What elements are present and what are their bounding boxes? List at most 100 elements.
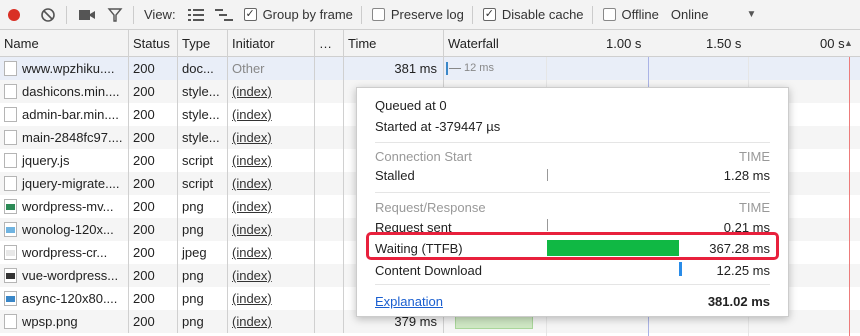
initiator-link[interactable]: (index) [232,268,272,283]
initiator-cell[interactable]: (index) [228,126,315,149]
initiator-link[interactable]: (index) [232,84,272,99]
status-cell: 200 [129,149,178,172]
request-name-cell[interactable]: dashicons.min.... [0,80,129,103]
status-cell: 200 [129,103,178,126]
request-name-cell[interactable]: jquery.js [0,149,129,172]
request-name: main-2848fc97.... [22,130,123,145]
column-header-status[interactable]: Status [129,30,178,57]
checkbox-unchecked-icon[interactable] [602,8,616,21]
status-cell: 200 [129,310,178,333]
initiator-cell[interactable]: (index) [228,310,315,333]
initiator-link[interactable]: (index) [232,291,272,306]
initiator-link[interactable]: (index) [232,153,272,168]
initiator-cell[interactable]: (index) [228,195,315,218]
waterfall-view-icon[interactable] [214,5,234,25]
more-cell [315,80,344,103]
preserve-log-checkbox[interactable]: Preserve log [370,7,464,22]
request-name-cell[interactable]: wonolog-120x... [0,218,129,241]
disable-cache-checkbox[interactable]: ✓ Disable cache [481,7,584,22]
initiator-link[interactable]: (index) [232,176,272,191]
initiator-cell[interactable]: (index) [228,80,315,103]
waterfall-cell[interactable]: 12 ms [444,57,860,80]
more-cell [315,149,344,172]
initiator-link[interactable]: (index) [232,314,272,329]
initiator-link[interactable]: (index) [232,199,272,214]
image-file-icon [4,291,17,306]
explanation-link[interactable]: Explanation [375,294,443,309]
type-cell: png [178,218,228,241]
request-name: async-120x80.... [22,291,118,306]
image-file-icon [4,268,17,283]
request-sent-bar [547,219,548,231]
request-name-cell[interactable]: admin-bar.min.... [0,103,129,126]
more-cell [315,172,344,195]
type-cell: png [178,310,228,333]
request-name: wpsp.png [22,314,78,329]
initiator-cell[interactable]: (index) [228,241,315,264]
initiator-cell[interactable]: (index) [228,172,315,195]
status-cell: 200 [129,172,178,195]
request-name: vue-wordpress... [22,268,119,283]
request-name-cell[interactable]: async-120x80.... [0,287,129,310]
section-request-response: Request/Response [375,200,486,215]
status-cell: 200 [129,126,178,149]
video-camera-icon[interactable] [77,5,97,25]
request-name: www.wpzhiku.... [22,61,115,76]
stalled-bar [547,169,548,181]
request-name-cell[interactable]: www.wpzhiku.... [0,57,129,80]
initiator-link[interactable]: (index) [232,222,272,237]
checkbox-unchecked-icon[interactable] [371,8,385,21]
request-name-cell[interactable]: wpsp.png [0,310,129,333]
column-header-initiator[interactable]: Initiator [228,30,315,57]
offline-checkbox[interactable]: Offline [601,7,659,22]
table-row[interactable]: www.wpzhiku.... 200 doc... Other 381 ms … [0,57,860,80]
request-name: jquery.js [22,153,70,168]
status-cell: 200 [129,195,178,218]
section-time-header: TIME [738,200,770,215]
column-header-time[interactable]: Time [344,30,444,57]
request-name: admin-bar.min.... [22,107,119,122]
request-name: wordpress-mv... [22,199,114,214]
initiator-cell[interactable]: (index) [228,103,315,126]
list-view-icon[interactable] [186,5,206,25]
initiator-link[interactable]: (index) [232,245,272,260]
column-header-name[interactable]: Name [0,30,129,57]
more-cell [315,195,344,218]
checkbox-checked-icon[interactable]: ✓ [482,8,496,21]
column-header-waterfall[interactable]: Waterfall 1.00 s 1.50 s 00 s ▲ [444,30,860,57]
column-header-more[interactable]: … [315,30,344,57]
content-download-label: Content Download [375,263,482,278]
stalled-value: 1.28 ms [723,168,770,183]
column-header-type[interactable]: Type [178,30,228,57]
request-name-cell[interactable]: vue-wordpress... [0,264,129,287]
document-file-icon [4,314,17,329]
popup-divider [375,142,770,143]
checkbox-checked-icon[interactable]: ✓ [243,8,257,21]
request-name-cell[interactable]: main-2848fc97.... [0,126,129,149]
toolbar-divider [591,5,593,24]
initiator-link[interactable]: (index) [232,130,272,145]
record-icon[interactable] [4,5,24,25]
clear-icon[interactable] [38,5,58,25]
document-file-icon [4,107,17,122]
image-file-icon [4,245,17,260]
request-name-cell[interactable]: wordpress-cr... [0,241,129,264]
more-cell [315,218,344,241]
initiator-link[interactable]: (index) [232,107,272,122]
request-name-cell[interactable]: wordpress-mv... [0,195,129,218]
filter-icon[interactable] [105,5,125,25]
sort-arrow-icon: ▲ [844,38,853,48]
throttle-select[interactable]: Online ▼ [671,7,756,22]
initiator-cell[interactable]: (index) [228,287,315,310]
initiator-cell[interactable]: (index) [228,218,315,241]
section-time-header: TIME [738,149,770,164]
waterfall-bar-label: 12 ms [464,62,494,74]
initiator-cell: Other [228,57,315,80]
request-name-cell[interactable]: jquery-migrate.... [0,172,129,195]
section-connection-start: Connection Start [375,149,472,164]
initiator-cell[interactable]: (index) [228,149,315,172]
toolbar-divider [471,5,473,24]
load-event-line [849,57,850,336]
group-by-frame-checkbox[interactable]: ✓ Group by frame [234,7,353,22]
initiator-cell[interactable]: (index) [228,264,315,287]
